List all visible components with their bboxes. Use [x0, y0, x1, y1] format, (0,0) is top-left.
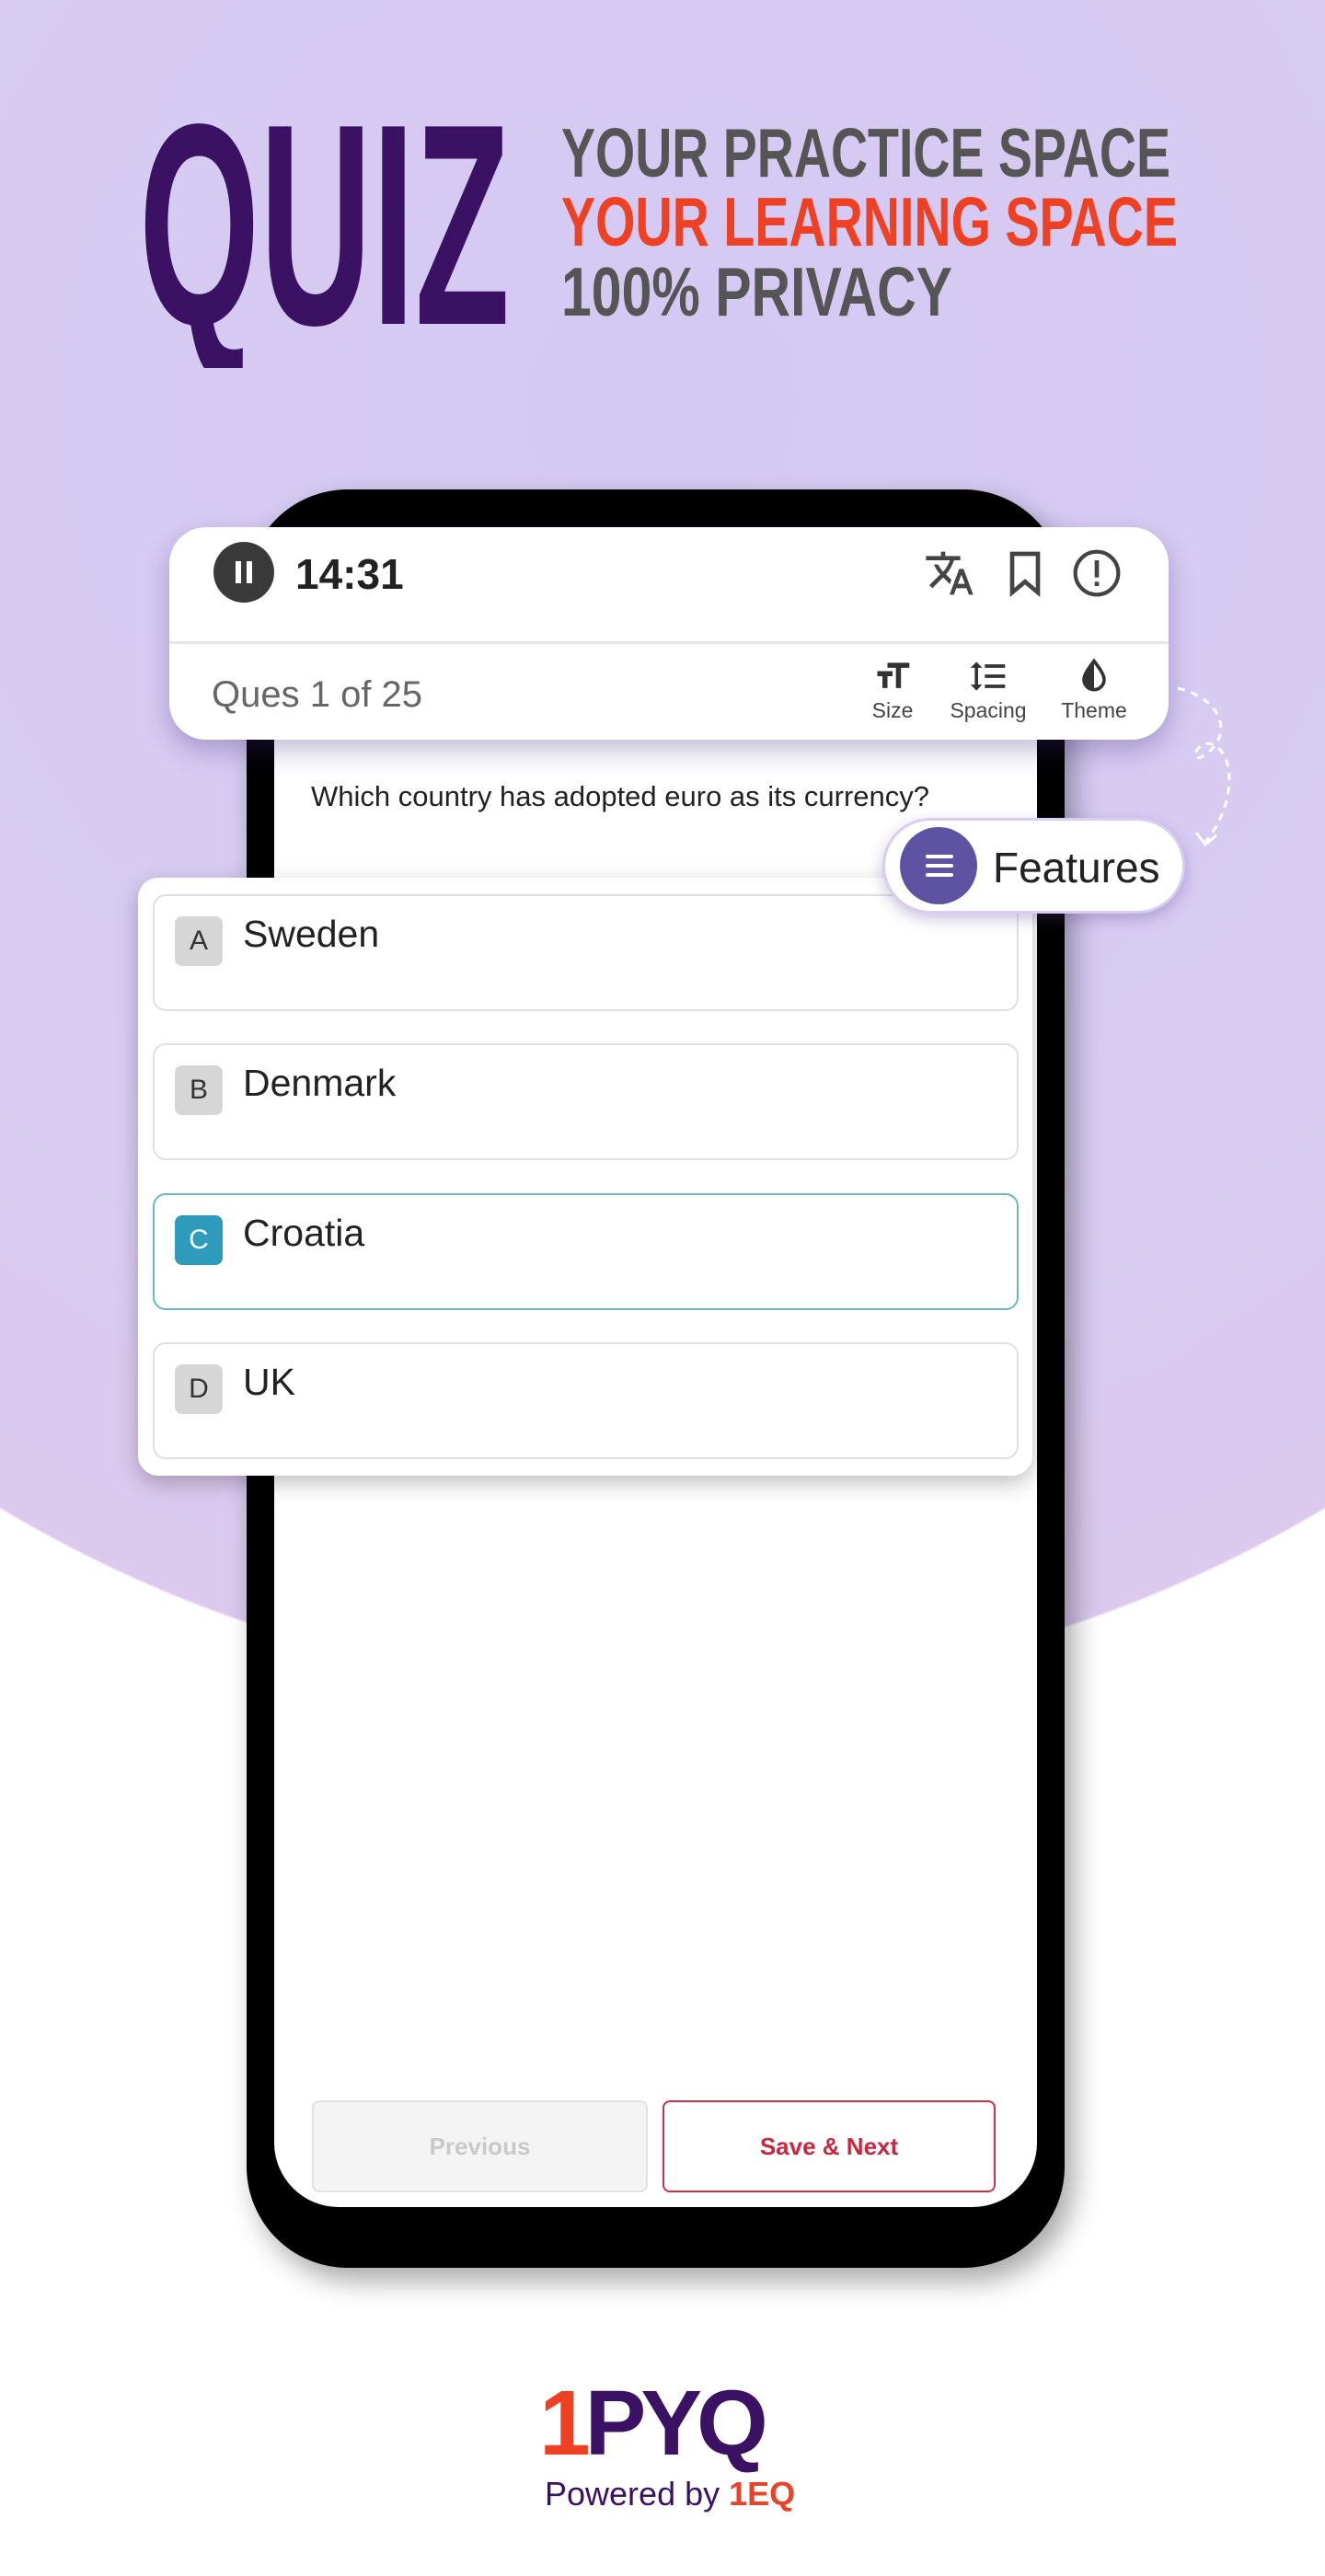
line-spacing-icon — [970, 661, 1006, 691]
spacing-label: Spacing — [950, 698, 1027, 722]
tagline-learning: YOUR LEARNING SPACE — [561, 183, 1178, 260]
quiz-header: 14:31 Ques 1 of 25 Size Spacing Theme — [169, 527, 1169, 740]
powered-by: Powered by 1EQ — [545, 2475, 795, 2513]
option-a[interactable]: A Sweden — [153, 894, 1019, 1011]
option-letter: C — [175, 1215, 223, 1265]
option-letter: A — [175, 916, 223, 966]
size-tool[interactable]: Size — [865, 656, 920, 723]
option-text: Croatia — [243, 1212, 365, 1254]
option-letter: D — [175, 1364, 223, 1414]
features-button[interactable]: Features — [882, 818, 1185, 914]
size-label: Size — [871, 698, 914, 722]
timer: 14:31 — [295, 550, 404, 598]
dashed-arrow-icon — [1177, 686, 1231, 847]
option-letter: B — [175, 1065, 223, 1115]
pause-icon[interactable] — [213, 542, 274, 603]
option-text: Sweden — [243, 913, 380, 955]
option-c[interactable]: C Croatia — [153, 1193, 1019, 1310]
powered-by-text: Powered by — [545, 2475, 720, 2513]
question-counter: Ques 1 of 25 — [212, 674, 423, 715]
save-next-button[interactable]: Save & Next — [662, 2100, 996, 2192]
brand-logo: 1PYQ — [539, 2377, 768, 2469]
logo-part-2: PYQ — [584, 2372, 768, 2475]
logo-part-1: 1 — [539, 2372, 591, 2475]
report-icon[interactable] — [1071, 547, 1123, 599]
tagline-practice: YOUR PRACTICE SPACE — [561, 114, 1170, 191]
tagline-privacy: 100% PRIVACY — [561, 253, 952, 330]
theme-label: Theme — [1061, 698, 1127, 722]
spacing-tool[interactable]: Spacing — [942, 656, 1034, 723]
powered-brand: 1EQ — [729, 2475, 796, 2513]
header-divider — [169, 641, 1169, 644]
menu-icon — [900, 827, 977, 904]
theme-tool[interactable]: Theme — [1053, 656, 1135, 723]
question-text: Which country has adopted euro as its cu… — [311, 780, 930, 812]
hero-title: QUIZ — [139, 92, 510, 368]
previous-button[interactable]: Previous — [312, 2100, 648, 2192]
options-card: A Sweden B Denmark C Croatia D UK — [138, 878, 1032, 1476]
option-text: Denmark — [243, 1062, 397, 1104]
features-label: Features — [993, 844, 1160, 891]
option-text: UK — [243, 1361, 295, 1403]
option-d[interactable]: D UK — [153, 1342, 1019, 1459]
theme-drop-icon — [1082, 658, 1106, 692]
hero-banner: QUIZ YOUR PRACTICE SPACE YOUR LEARNING S… — [139, 92, 1178, 368]
translate-icon[interactable] — [924, 547, 975, 599]
font-size-icon — [877, 662, 910, 688]
option-b[interactable]: B Denmark — [153, 1043, 1019, 1160]
bookmark-icon[interactable] — [999, 547, 1051, 599]
